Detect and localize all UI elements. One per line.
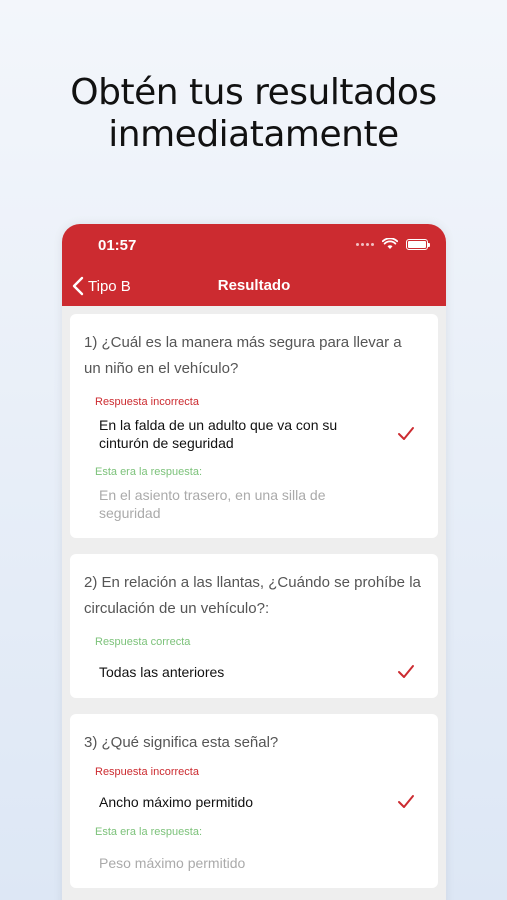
question-text: 3) ¿Qué significa esta señal? xyxy=(84,734,279,751)
result-label: Respuesta incorrecta xyxy=(95,766,199,778)
selected-answer: Ancho máximo permitido xyxy=(99,794,254,810)
question-text: 1) ¿Cuál es la manera más segura para ll… xyxy=(84,334,402,377)
headline-line-1: Obtén tus resultados xyxy=(70,72,437,113)
correct-answer: En el asiento trasero, en una silla de s… xyxy=(99,487,326,521)
checkmark-icon xyxy=(398,427,414,440)
checkmark-icon xyxy=(398,795,414,808)
correct-answer-label: Esta era la respuesta: xyxy=(95,826,203,838)
result-label: Respuesta incorrecta xyxy=(95,396,199,408)
status-icons xyxy=(356,238,430,250)
wifi-icon xyxy=(382,238,398,249)
selected-answer-row: Ancho máximo permitido xyxy=(99,792,422,812)
selected-answer-row: Todas las anteriores xyxy=(99,662,422,682)
result-label: Respuesta correcta xyxy=(95,636,191,648)
selected-answer-row: En la falda de un adulto que va con su c… xyxy=(99,416,422,452)
battery-icon xyxy=(406,238,430,250)
question-card: 3) ¿Qué significa esta señal? Respuesta … xyxy=(70,714,438,888)
question-card: 1) ¿Cuál es la manera más segura para ll… xyxy=(70,314,438,538)
headline-line-2: inmediatamente xyxy=(108,114,399,155)
headline: Obtén tus resultados inmediatamente xyxy=(0,72,507,156)
signal-dots-icon xyxy=(356,242,374,246)
top-bar: 01:57 Tipo B Resultado xyxy=(62,224,446,306)
correct-answer: Peso máximo permitido xyxy=(99,855,246,871)
correct-answer-label: Esta era la respuesta: xyxy=(95,466,203,478)
question-card: 2) En relación a las llantas, ¿Cuándo se… xyxy=(70,554,438,698)
checkmark-icon xyxy=(398,665,414,678)
status-time: 01:57 xyxy=(98,237,137,254)
phone-screen: 01:57 Tipo B Resultado 1) ¿Cuál es la ma… xyxy=(62,224,446,900)
question-text: 2) En relación a las llantas, ¿Cuándo se… xyxy=(84,574,421,617)
selected-answer: Todas las anteriores xyxy=(99,664,225,680)
nav-title: Resultado xyxy=(217,277,291,294)
selected-answer: En la falda de un adulto que va con su c… xyxy=(99,417,338,451)
results-list[interactable]: 1) ¿Cuál es la manera más segura para ll… xyxy=(62,306,446,888)
